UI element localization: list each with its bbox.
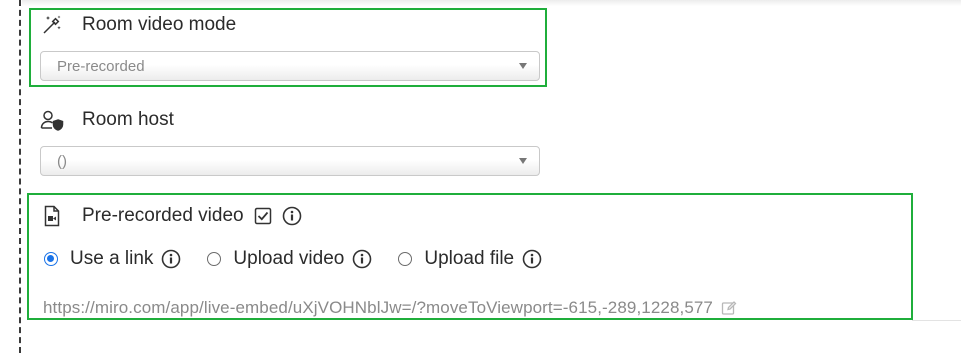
room-host-label: Room host [82,109,174,130]
chevron-down-icon [519,158,527,164]
room-video-mode-label: Room video mode [82,14,237,35]
edit-icon[interactable] [721,300,737,316]
pre-recorded-video-label: Pre-recorded video [82,205,244,226]
option-use-a-link-label: Use a link [70,248,154,269]
pre-recorded-video-checkbox[interactable] [254,207,272,225]
radio-upload-file[interactable] [398,252,413,266]
dashed-divider [19,0,21,353]
room-video-mode-select[interactable]: Pre-recorded [40,51,540,81]
option-upload-video-label: Upload video [233,248,345,269]
option-upload-file-label: Upload file [424,248,515,269]
room-host-section: Room host [40,106,174,134]
option-upload-video[interactable]: Upload video [207,248,372,270]
room-host-select-value: () [57,152,67,170]
magic-wand-icon [40,13,64,37]
user-shield-icon [40,108,64,132]
room-video-mode-section: Room video mode [40,11,236,39]
pre-recorded-video-section: Pre-recorded video [40,202,302,230]
video-link-row: https://miro.com/app/live-embed/uXjVOHNb… [43,297,737,319]
info-icon[interactable] [161,249,181,269]
info-icon[interactable] [522,249,542,269]
video-source-options: Use a link Upload video Upload file [44,246,568,272]
info-icon[interactable] [352,249,372,269]
info-icon[interactable] [282,206,302,226]
radio-use-a-link[interactable] [44,252,58,266]
panel-edge [912,320,961,321]
radio-upload-video[interactable] [207,252,222,266]
room-host-select[interactable]: () [40,146,540,176]
option-use-a-link[interactable]: Use a link [44,248,181,270]
top-shadow [22,0,961,6]
video-file-icon [40,204,64,228]
option-upload-file[interactable]: Upload file [398,248,542,270]
chevron-down-icon [519,63,527,69]
video-link-url[interactable]: https://miro.com/app/live-embed/uXjVOHNb… [43,298,713,318]
room-video-mode-select-value: Pre-recorded [57,57,145,75]
